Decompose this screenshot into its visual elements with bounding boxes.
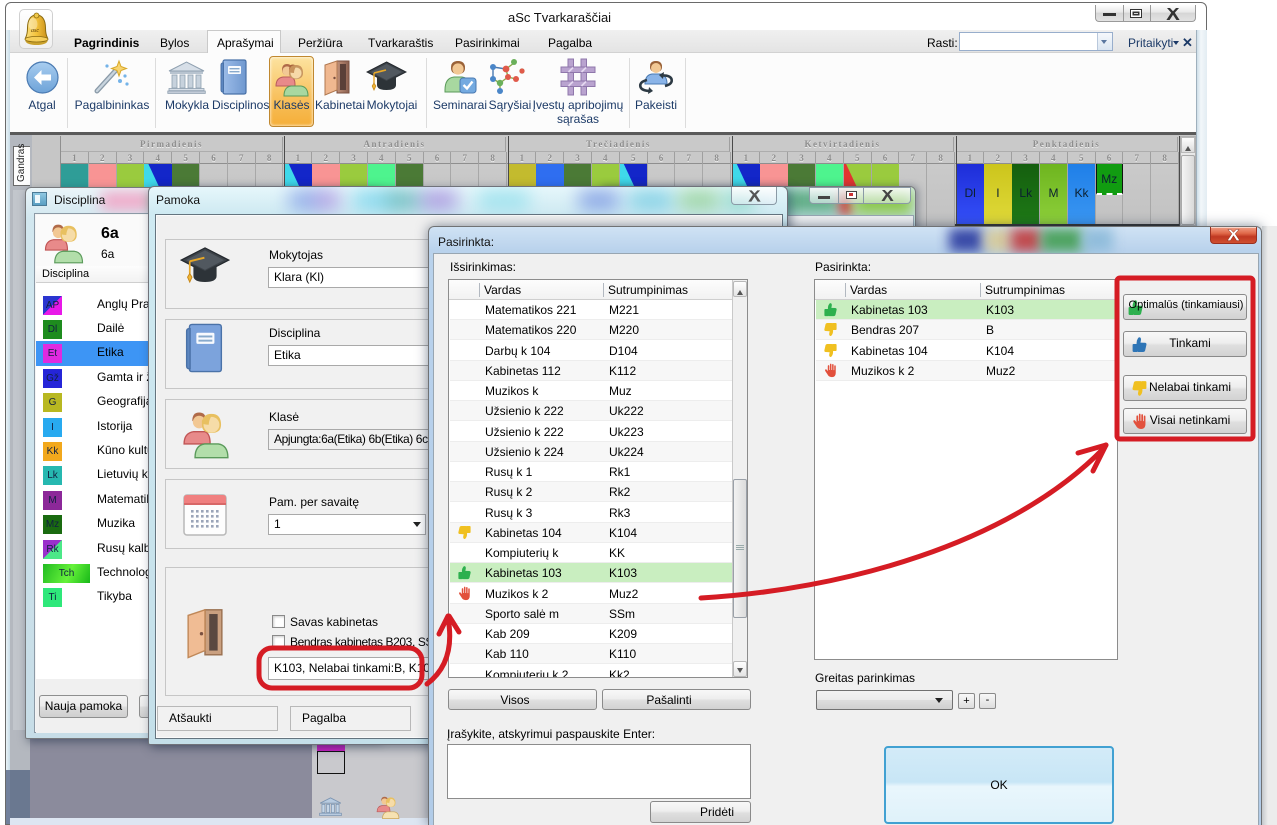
svg-text:asc: asc [31, 28, 39, 34]
